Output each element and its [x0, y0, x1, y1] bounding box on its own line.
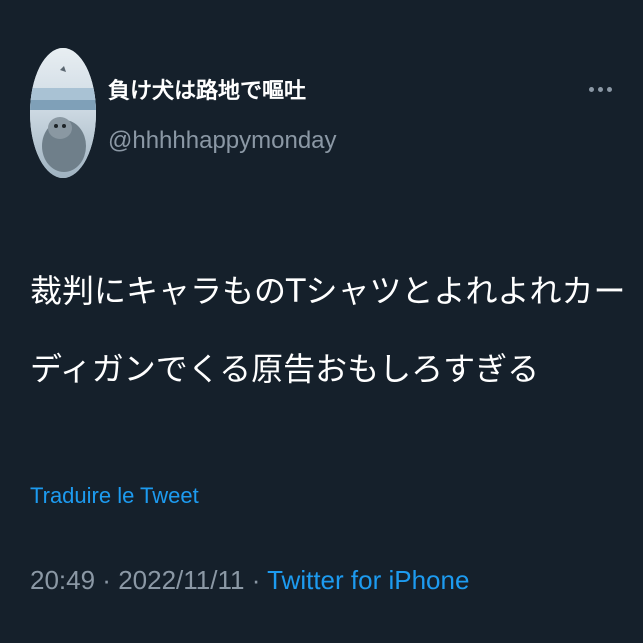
translate-tweet-link[interactable]: Traduire le Tweet	[30, 478, 199, 514]
tweet-text: 裁判にキャラものTシャツとよれよれカー ディガンでくる原告おもしろすぎる	[30, 252, 626, 408]
more-horizontal-icon[interactable]	[580, 74, 620, 104]
tweet-time[interactable]: 20:49	[30, 565, 95, 595]
tweet-source-link[interactable]: Twitter for iPhone	[267, 565, 469, 595]
more-dot	[588, 86, 594, 92]
tweet-text-line: 裁判にキャラものTシャツとよれよれカー	[30, 272, 626, 310]
more-dot	[606, 86, 612, 92]
author-display-name[interactable]: 負け犬は路地で嘔吐	[108, 74, 306, 110]
tweet-date[interactable]: 2022/11/11	[118, 565, 244, 595]
more-dot	[597, 86, 603, 92]
avatar-image	[30, 48, 96, 178]
tweet-card: 負け犬は路地で嘔吐 @hhhhhappymonday 裁判にキャラものTシャツと…	[0, 0, 643, 643]
tweet-text-line: ディガンでくる原告おもしろすぎる	[30, 350, 540, 388]
meta-separator: ·	[244, 565, 268, 595]
meta-separator: ·	[95, 565, 119, 595]
author-handle[interactable]: @hhhhhappymonday	[108, 122, 337, 160]
tweet-metadata: 20:49 · 2022/11/11 · Twitter for iPhone	[30, 560, 469, 600]
avatar[interactable]	[30, 48, 96, 178]
